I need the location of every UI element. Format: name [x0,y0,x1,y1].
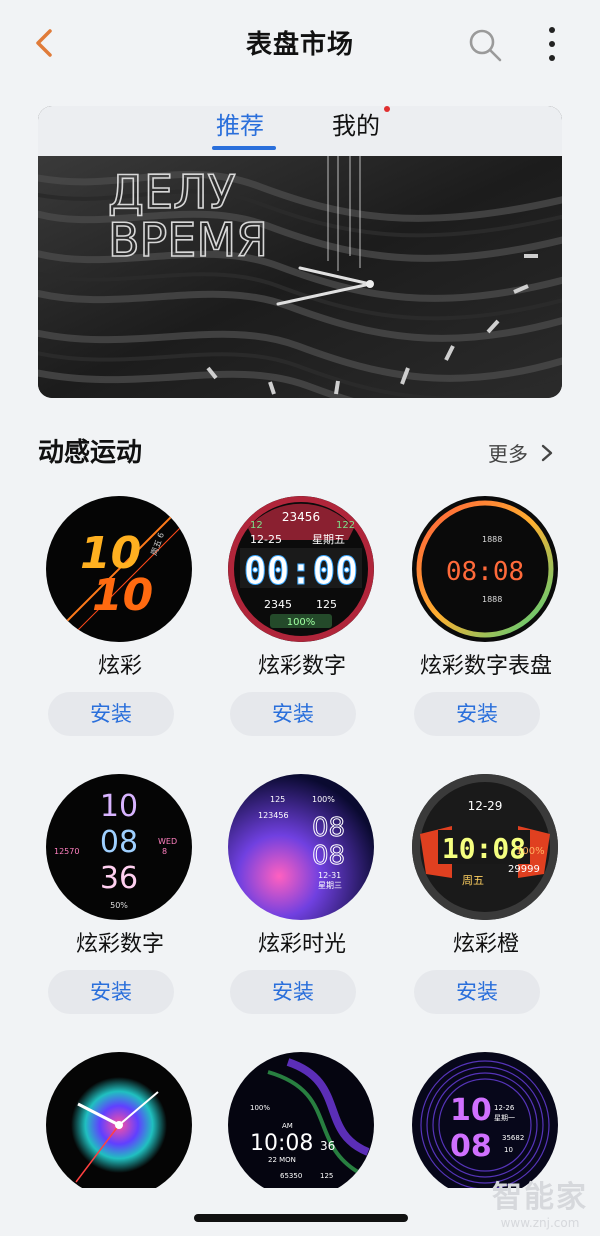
face-minute: 08 [450,1129,492,1164]
face-heart: 125 [270,795,285,804]
face-minute: 08 [100,825,138,860]
face-steps: 35682 [502,1134,524,1142]
chevron-right-icon[interactable] [540,444,554,462]
face-bottom-right: 125 [316,598,337,611]
face-steps: 23456 [282,510,320,524]
watch-card[interactable]: 1888 08:08 1888 炫彩数字表盘 安装 [396,496,576,756]
face-num: 10 [504,1146,513,1154]
featured-banner[interactable]: 推荐 我的 ДЕЛУ ВРЕМЯ [38,106,562,398]
watch-face-image[interactable]: 10 08 36 12570 WED 8 50% [46,774,192,920]
face-battery: 100% [287,617,316,628]
watch-face-image[interactable] [46,1052,192,1188]
watch-name: 炫彩橙 [452,932,519,957]
app-header: 表盘市场 [0,0,600,90]
face-time: 10:08 [250,1131,313,1156]
watch-face-image[interactable]: 125 100% 123456 08 08 12-31 星期三 [228,774,374,920]
more-vertical-icon[interactable] [538,24,566,64]
watch-card[interactable]: 125 100% 123456 08 08 12-31 星期三 炫彩时光 安装 [212,774,392,1034]
watermark: 智能家 www.znj.com [490,1172,590,1230]
watch-name: 炫彩时光 [257,932,346,957]
watch-card[interactable]: 12-29 10:08 周五 100% 29999 炫彩橙 安装 [396,774,576,1034]
face-percent: 100% [250,1104,270,1112]
install-button[interactable]: 安装 [48,970,174,1014]
face-day: 8 [162,847,167,856]
face-hour: 08 [312,813,345,843]
face-bottom: 1888 [482,595,502,604]
face-percent: 100% [516,846,545,857]
face-left: 12570 [54,847,79,856]
watch-face-image[interactable]: 10 08 12-26 星期一 35682 10 [412,1052,558,1188]
watch-card[interactable]: 100% AM 10:08 36 22 MON 65350 125 [212,1052,392,1188]
watch-face-image[interactable]: 1888 08:08 1888 [412,496,558,642]
face-minute: 10 [92,570,153,621]
watch-face-image[interactable]: 100% AM 10:08 36 22 MON 65350 125 [228,1052,374,1188]
install-button[interactable]: 安装 [230,970,356,1014]
face-heart: 125 [320,1172,333,1180]
face-battery: 50% [110,901,128,910]
face-weekday: WED [158,837,177,846]
banner-title-line1: ДЕЛУ [108,165,236,219]
face-weekday: 星期一 [494,1114,515,1122]
search-icon[interactable] [466,26,504,64]
watermark-main: 智能家 [492,1180,588,1215]
watch-name: 炫彩 [97,654,142,679]
face-second: 36 [320,1139,335,1153]
face-steps: 65350 [280,1172,302,1180]
face-date: 12-25 [250,533,282,546]
watch-card[interactable]: 10 08 12-26 星期一 35682 10 [396,1052,576,1188]
watch-face-image[interactable]: 12-29 10:08 周五 100% 29999 [412,774,558,920]
face-battery: 100% [312,795,335,804]
install-button[interactable]: 安装 [48,692,174,736]
face-second: 36 [100,861,138,896]
notification-badge [384,106,390,112]
face-top: 1888 [482,535,502,544]
install-button[interactable]: 安装 [414,692,540,736]
page-title: 表盘市场 [245,30,354,60]
face-weekday: 周五 [462,874,484,887]
install-button[interactable]: 安装 [414,970,540,1014]
more-link[interactable]: 更多 [488,438,528,467]
watch-name: 炫彩数字 [75,932,164,957]
tab-recommended[interactable]: 推荐 [216,106,264,148]
face-left-num: 12 [250,520,263,531]
face-bottom-left: 2345 [264,598,292,611]
face-hour: 10 [450,1093,492,1128]
active-tab-indicator [212,146,276,150]
install-button[interactable]: 安装 [230,692,356,736]
tab-bar: 推荐 我的 [38,106,562,156]
watch-card[interactable]: 23456 12 122 12-25 星期五 00:00 2345 125 10… [212,496,392,756]
watch-card[interactable]: 10 10 周五 6 炫彩 安装 [30,496,210,756]
face-date: 12-29 [468,799,503,813]
face-steps: 29999 [508,864,540,875]
section-title: 动感运动 [38,438,143,468]
face-date: 12-26 [494,1104,515,1112]
face-right-num: 122 [336,520,355,531]
watermark-sub: www.znj.com [500,1216,580,1230]
face-time: 10:08 [442,832,526,865]
banner-title-line2: ВРЕМЯ [108,213,268,267]
face-minute: 08 [312,841,345,871]
watch-name: 炫彩数字 [257,654,346,679]
face-steps: 123456 [258,811,289,820]
face-date: 12-31 [318,871,341,880]
face-weekday: 星期五 [312,533,345,546]
face-time: 00:00 [244,549,358,593]
watch-name: 炫彩数字表盘 [419,654,552,679]
home-indicator[interactable] [194,1214,408,1222]
watch-card[interactable]: 10 08 36 12570 WED 8 50% 炫彩数字 安装 [30,774,210,1034]
watch-face-image[interactable]: 10 10 周五 6 [46,496,192,642]
face-time: 08:08 [446,557,524,587]
face-weekday: 星期三 [318,881,342,890]
face-ampm: AM [282,1122,293,1130]
face-date: 22 MON [268,1156,296,1164]
watch-card[interactable] [30,1052,210,1188]
banner-image: ДЕЛУ ВРЕМЯ [38,156,562,398]
watch-face-image[interactable]: 23456 12 122 12-25 星期五 00:00 2345 125 10… [228,496,374,642]
face-hour: 10 [100,789,138,824]
tab-mine[interactable]: 我的 [332,106,380,148]
